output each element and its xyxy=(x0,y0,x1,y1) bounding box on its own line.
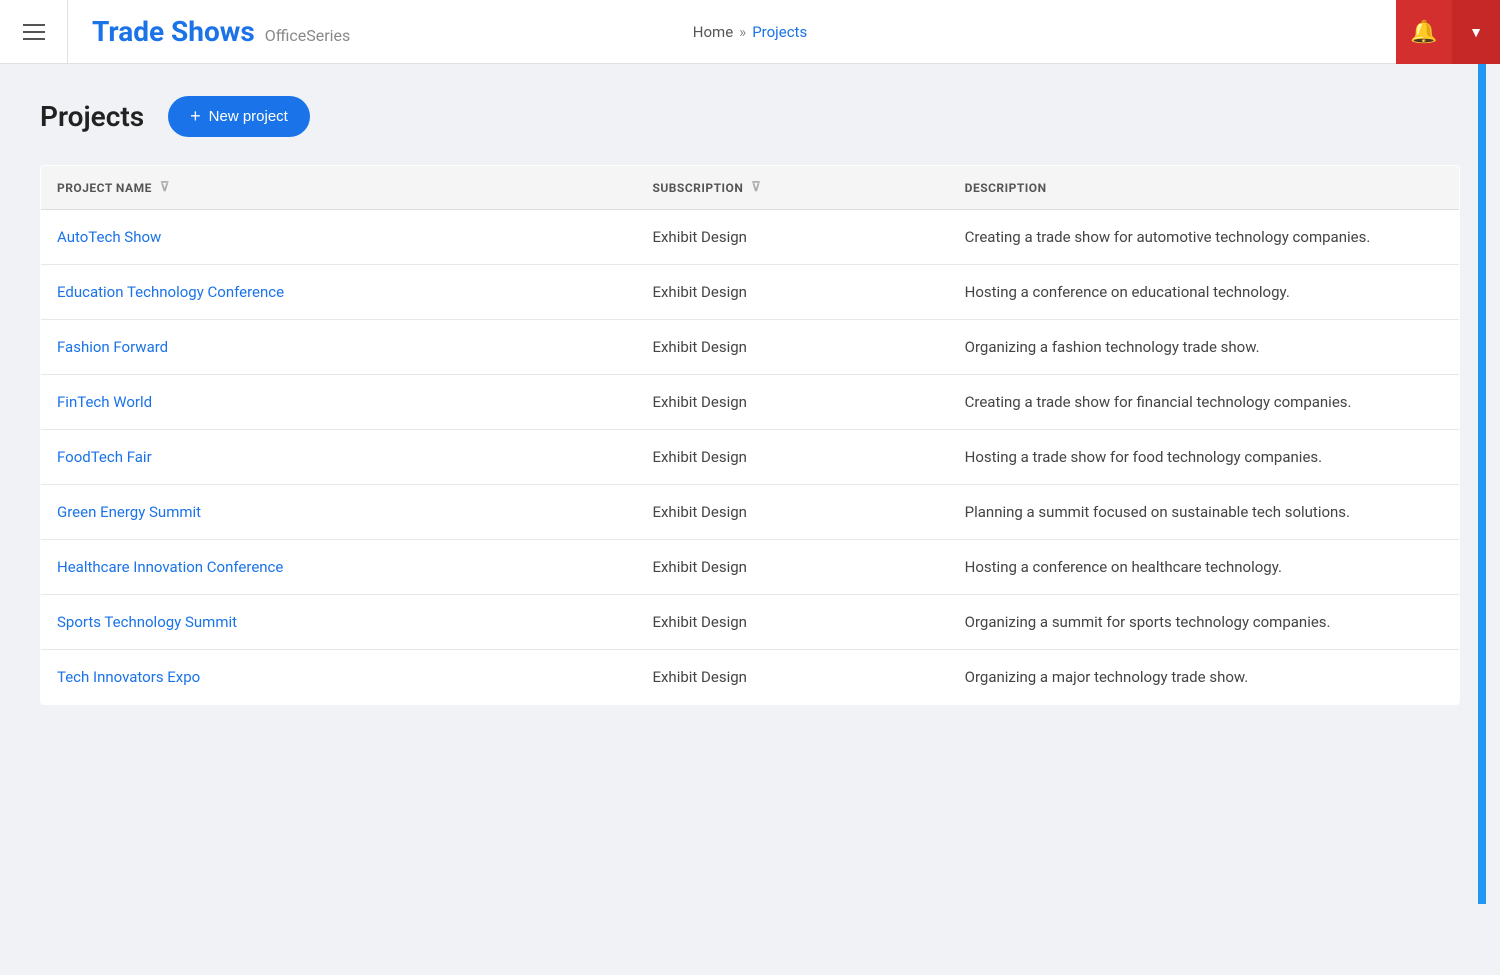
description-cell: Organizing a summit for sports technolog… xyxy=(949,595,1460,650)
subscription-cell: Exhibit Design xyxy=(636,540,948,595)
subscription-cell: Exhibit Design xyxy=(636,430,948,485)
description-cell: Planning a summit focused on sustainable… xyxy=(949,485,1460,540)
header: Trade Shows OfficeSeries Home » Projects… xyxy=(0,0,1500,64)
subscription-cell: Exhibit Design xyxy=(636,265,948,320)
page-title: Projects xyxy=(40,100,144,133)
table-row: Fashion Forward Exhibit DesignOrganizing … xyxy=(41,320,1460,375)
project-link[interactable]: Fashion Forward xyxy=(57,338,168,356)
project-link[interactable]: Green Energy Summit xyxy=(57,503,201,521)
plus-icon: + xyxy=(190,106,201,127)
menu-button[interactable] xyxy=(0,0,68,64)
project-link[interactable]: Sports Technology Summit xyxy=(57,613,237,631)
filter-icon-project[interactable]: ⊽ xyxy=(160,180,170,195)
table-row: Healthcare Innovation Conference Exhibit … xyxy=(41,540,1460,595)
header-title-area: Trade Shows OfficeSeries xyxy=(68,15,374,48)
subscription-cell: Exhibit Design xyxy=(636,320,948,375)
header-actions: 🔔 ▼ xyxy=(1396,0,1500,64)
description-cell: Hosting a conference on healthcare techn… xyxy=(949,540,1460,595)
projects-table: PROJECT NAME ⊽ SUBSCRIPTION ⊽ DESCRIPTIO… xyxy=(40,165,1460,705)
table-row: Green Energy Summit Exhibit DesignPlannin… xyxy=(41,485,1460,540)
notifications-button[interactable]: 🔔 xyxy=(1396,0,1452,64)
description-cell: Creating a trade show for financial tech… xyxy=(949,375,1460,430)
project-link[interactable]: FinTech World xyxy=(57,393,152,411)
project-link[interactable]: Healthcare Innovation Conference xyxy=(57,558,283,576)
app-subtitle: OfficeSeries xyxy=(265,26,351,45)
description-cell: Hosting a conference on educational tech… xyxy=(949,265,1460,320)
col-header-subscription: SUBSCRIPTION ⊽ xyxy=(636,166,948,210)
scrollbar-bar[interactable] xyxy=(1478,64,1486,904)
project-link[interactable]: AutoTech Show xyxy=(57,228,161,246)
table-row: FinTech World Exhibit DesignCreating a tr… xyxy=(41,375,1460,430)
subscription-cell: Exhibit Design xyxy=(636,375,948,430)
new-project-button[interactable]: + New project xyxy=(168,96,310,137)
user-dropdown-button[interactable]: ▼ xyxy=(1452,0,1500,64)
subscription-cell: Exhibit Design xyxy=(636,650,948,705)
project-link[interactable]: Tech Innovators Expo xyxy=(57,668,200,686)
table-row: Sports Technology Summit Exhibit DesignOr… xyxy=(41,595,1460,650)
breadcrumb: Home » Projects xyxy=(693,23,807,41)
description-cell: Organizing a fashion technology trade sh… xyxy=(949,320,1460,375)
nav-home-link[interactable]: Home xyxy=(693,23,733,41)
subscription-cell: Exhibit Design xyxy=(636,210,948,265)
new-project-label: New project xyxy=(209,108,288,125)
nav-separator: » xyxy=(739,23,746,41)
table-row: Education Technology Conference Exhibit D… xyxy=(41,265,1460,320)
col-header-description: DESCRIPTION xyxy=(949,166,1460,210)
description-cell: Creating a trade show for automotive tec… xyxy=(949,210,1460,265)
description-cell: Organizing a major technology trade show… xyxy=(949,650,1460,705)
table-header-row: PROJECT NAME ⊽ SUBSCRIPTION ⊽ DESCRIPTIO… xyxy=(41,166,1460,210)
table-row: FoodTech Fair Exhibit DesignHosting a tra… xyxy=(41,430,1460,485)
chevron-down-icon: ▼ xyxy=(1469,24,1483,40)
subscription-cell: Exhibit Design xyxy=(636,595,948,650)
table-row: Tech Innovators Expo Exhibit DesignOrgani… xyxy=(41,650,1460,705)
app-title: Trade Shows xyxy=(92,15,255,48)
filter-icon-subscription[interactable]: ⊽ xyxy=(751,180,761,195)
project-link[interactable]: FoodTech Fair xyxy=(57,448,152,466)
table-row: AutoTech Show Exhibit DesignCreating a tr… xyxy=(41,210,1460,265)
subscription-cell: Exhibit Design xyxy=(636,485,948,540)
project-link[interactable]: Education Technology Conference xyxy=(57,283,284,301)
hamburger-icon xyxy=(23,24,45,40)
main-content: Projects + New project PROJECT NAME ⊽ SU… xyxy=(0,64,1500,737)
bell-icon: 🔔 xyxy=(1410,19,1437,45)
description-cell: Hosting a trade show for food technology… xyxy=(949,430,1460,485)
nav-projects-link[interactable]: Projects xyxy=(752,23,807,41)
page-title-row: Projects + New project xyxy=(40,96,1460,137)
col-header-project-name: PROJECT NAME ⊽ xyxy=(41,166,637,210)
